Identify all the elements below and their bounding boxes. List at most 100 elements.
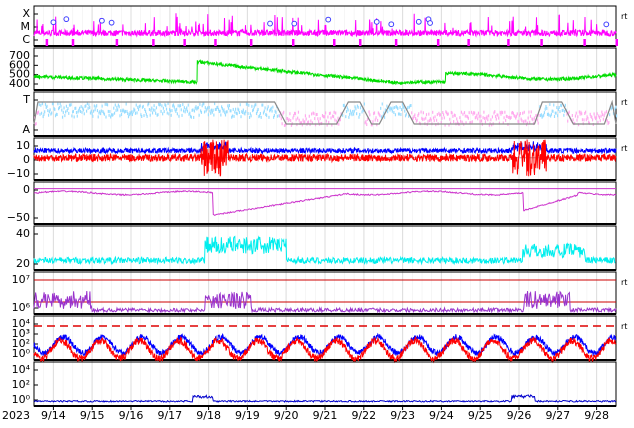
polarity-dot: [399, 105, 401, 109]
polarity-dot: [263, 109, 265, 113]
polarity-dot: [75, 106, 77, 110]
polarity-dot: [207, 106, 209, 110]
polarity-dot: [436, 113, 438, 117]
polarity-dot: [365, 120, 367, 124]
polarity-dot: [462, 112, 464, 116]
x-tick-label: 9/23: [390, 409, 415, 422]
polarity-dot: [107, 109, 109, 113]
polarity-dot: [70, 103, 72, 107]
polarity-dot: [173, 105, 175, 109]
polarity-dot: [404, 109, 406, 113]
polarity-dot: [308, 114, 310, 118]
polarity-dot: [63, 106, 65, 110]
polarity-dot: [473, 111, 476, 115]
polarity-dot: [311, 112, 313, 116]
polarity-dot: [490, 118, 492, 122]
polarity-dot: [105, 115, 107, 119]
flare-marker: [427, 20, 433, 26]
polarity-dot: [148, 108, 151, 112]
polarity-dot: [68, 111, 70, 115]
polarity-dot: [599, 119, 601, 123]
polarity-dot: [157, 113, 159, 117]
polarity-dot: [516, 112, 518, 116]
flare-marker: [267, 20, 273, 27]
polarity-dot: [137, 108, 140, 112]
panel-rt-label: rt: [621, 144, 627, 153]
polarity-dot: [266, 113, 268, 117]
space-weather-stack-chart: X M Crt 700 600 500 400 T Art 10 0 −10 rt 0 −50 40 20 10⁷…: [0, 0, 634, 424]
polarity-dot: [595, 115, 598, 119]
polarity-dot: [169, 109, 171, 113]
polarity-dot: [305, 117, 307, 121]
polarity-dot: [482, 116, 484, 120]
polarity-dot: [310, 119, 312, 123]
polarity-dot: [325, 111, 327, 115]
polarity-dot: [236, 112, 238, 116]
polarity-dot: [479, 120, 481, 124]
y-tick-label: 10⁴: [12, 363, 31, 376]
polarity-dot: [598, 116, 601, 120]
polarity-dot: [530, 110, 532, 114]
polarity-dot: [567, 119, 569, 123]
polarity-dot: [505, 118, 507, 122]
flare-marker: [99, 17, 105, 24]
polarity-dot: [177, 104, 179, 108]
polarity-dot: [142, 104, 144, 108]
polarity-dot: [319, 117, 321, 121]
polarity-dot: [556, 106, 558, 110]
polarity-dot: [159, 102, 161, 106]
y-tick-label: 40: [16, 227, 30, 240]
polarity-dot: [139, 104, 141, 108]
polarity-dot: [61, 115, 64, 119]
polarity-dot: [483, 110, 485, 114]
polarity-dot: [347, 108, 349, 112]
y-tick-label: 10: [16, 139, 30, 152]
x-tick-label: 9/22: [351, 409, 376, 422]
y-tick-label: X: [22, 7, 30, 20]
polarity-dot: [271, 109, 273, 113]
polarity-dot: [162, 112, 164, 116]
polarity-dot: [529, 120, 531, 124]
polarity-dot: [117, 108, 119, 112]
polarity-dot: [487, 114, 490, 118]
polarity-dot: [88, 103, 90, 107]
polarity-dot: [615, 105, 617, 109]
polarity-dot: [467, 116, 469, 120]
flare-marker: [415, 18, 422, 25]
polarity-dot: [430, 118, 432, 122]
polarity-dot: [460, 119, 462, 123]
y-tick-label: 10⁷: [12, 273, 30, 286]
polarity-dot: [562, 108, 564, 112]
polarity-dot: [329, 111, 331, 115]
polarity-dot: [314, 117, 316, 121]
polarity-dot: [464, 114, 466, 118]
polarity-dot: [608, 120, 610, 124]
polarity-dot: [414, 113, 416, 117]
polarity-dot: [165, 104, 167, 108]
polarity-dot: [146, 114, 148, 118]
panel-electron-flux: 10⁴10³10²10⁰rt: [12, 315, 627, 364]
polarity-dot: [171, 109, 173, 113]
polarity-dot: [180, 108, 182, 112]
polarity-dot: [276, 114, 279, 118]
polarity-dot: [454, 114, 456, 118]
polarity-dot: [64, 114, 66, 118]
polarity-dot: [528, 110, 530, 114]
polarity-dot: [94, 108, 96, 112]
polarity-dot: [352, 112, 355, 116]
polarity-dot: [564, 103, 566, 107]
flare-marker: [373, 18, 380, 25]
polarity-dot: [601, 110, 603, 114]
polarity-dot: [518, 120, 520, 124]
polarity-dot: [470, 110, 473, 114]
polarity-dot: [304, 114, 307, 118]
polarity-dot: [471, 120, 473, 124]
polarity-dot: [375, 116, 377, 120]
polarity-dot: [49, 108, 51, 112]
polarity-dot: [232, 107, 234, 111]
polarity-dot: [245, 110, 247, 114]
polarity-dot: [255, 103, 257, 107]
polarity-dot: [207, 113, 210, 117]
polarity-dot: [537, 121, 539, 125]
x-tick-label: 9/28: [584, 409, 609, 422]
